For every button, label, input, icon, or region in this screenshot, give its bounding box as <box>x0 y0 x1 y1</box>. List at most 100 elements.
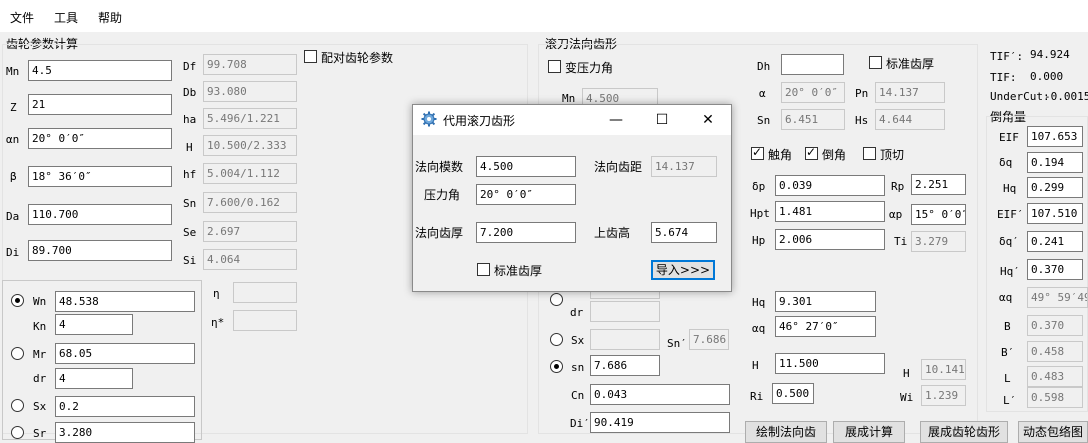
beta-input[interactable]: 18° 36′0″ <box>28 166 172 187</box>
hob-sn-label: Sn <box>757 114 771 127</box>
bottom-h-input[interactable]: 11.500 <box>775 353 885 374</box>
eif-input[interactable]: 107.653 <box>1027 126 1083 147</box>
dq-prime-input[interactable]: 0.241 <box>1027 231 1083 252</box>
touch-angle-checkbox[interactable] <box>751 145 764 160</box>
dialog-std-thickness-checkbox[interactable] <box>477 263 490 276</box>
se-label: Se <box>183 226 197 239</box>
generate-gear-profile-button[interactable]: 展成齿轮齿形 <box>920 421 1008 443</box>
eta-label: η <box>213 287 220 300</box>
pn-label: Pn <box>855 87 869 100</box>
close-button[interactable]: ✕ <box>685 105 731 135</box>
db-label: Db <box>183 86 197 99</box>
l-value: 0.483 <box>1027 366 1083 387</box>
hs-value: 4.644 <box>875 109 945 130</box>
hq-input[interactable]: 9.301 <box>775 291 876 312</box>
alpha-n-label: αn <box>6 133 20 146</box>
addendum-input[interactable]: 5.674 <box>651 222 717 243</box>
dr-label: dr <box>33 372 47 385</box>
pair-gear-checkbox[interactable] <box>304 50 317 63</box>
sx-input[interactable]: 0.2 <box>55 396 195 417</box>
sn2-input[interactable]: 7.686 <box>590 355 660 376</box>
aq-label: αq <box>752 322 766 335</box>
dh-input[interactable] <box>781 54 844 75</box>
beta-label: β <box>10 170 17 183</box>
ri-label: Ri <box>750 390 764 403</box>
chamfer-checkbox[interactable] <box>805 145 818 160</box>
maximize-button[interactable]: ☐ <box>639 105 685 135</box>
var-pressure-checkbox[interactable] <box>548 60 561 73</box>
hpt-input[interactable]: 1.481 <box>775 201 885 222</box>
mr-radio[interactable] <box>11 347 24 360</box>
sx-label: Sx <box>33 400 47 413</box>
menu-help[interactable]: 帮助 <box>98 9 122 26</box>
pressure-angle-input[interactable]: 20° 0′0″ <box>476 184 576 205</box>
hp-input[interactable]: 2.006 <box>775 229 885 250</box>
hq-prime-input[interactable]: 0.370 <box>1027 259 1083 280</box>
hob-sn-value: 6.451 <box>781 109 845 130</box>
di-prime-input[interactable]: 90.419 <box>590 412 730 433</box>
z-input[interactable]: 21 <box>28 94 172 115</box>
sn2-label: sn <box>571 361 585 374</box>
h2-label: H <box>903 367 910 380</box>
ap-input[interactable]: 15° 0′0″ <box>911 204 966 225</box>
z-label: Z <box>10 101 17 114</box>
eta-value <box>233 282 297 303</box>
mn-input[interactable]: 4.5 <box>28 60 172 81</box>
hq-right-input[interactable]: 0.299 <box>1027 177 1083 198</box>
menu-tools[interactable]: 工具 <box>54 9 78 26</box>
normal-module-label: 法向模数 <box>415 160 464 174</box>
sx-right-radio[interactable] <box>550 333 563 346</box>
draw-normal-tooth-button[interactable]: 绘制法向齿 <box>745 421 827 443</box>
eif-prime-input[interactable]: 107.510 <box>1027 203 1083 224</box>
menu-file[interactable]: 文件 <box>10 9 34 26</box>
normal-module-input[interactable]: 4.500 <box>476 156 576 177</box>
dr-radio[interactable] <box>550 293 563 306</box>
da-input[interactable]: 110.700 <box>28 204 172 225</box>
dialog-title: 代用滚刀齿形 <box>443 114 516 128</box>
std-tooth-label: 标准齿厚 <box>886 57 935 71</box>
dq-input[interactable]: 0.194 <box>1027 152 1083 173</box>
ri-input[interactable]: 0.500 <box>772 383 814 404</box>
tip-cut-checkbox[interactable] <box>863 147 876 160</box>
dr-input[interactable]: 4 <box>55 368 133 389</box>
import-button[interactable]: 导入>>> <box>651 260 715 280</box>
dynamic-envelope-button[interactable]: 动态包络图 <box>1018 421 1088 443</box>
dp-input[interactable]: 0.039 <box>775 175 885 196</box>
hs-label: Hs <box>855 114 869 127</box>
l-prime-value: 0.598 <box>1027 387 1083 408</box>
sn-right-radio[interactable] <box>550 360 563 373</box>
wn-radio[interactable] <box>11 294 24 307</box>
di-input[interactable]: 89.700 <box>28 240 172 261</box>
eif-label: EIF <box>999 131 1019 144</box>
cn-label: Cn <box>571 389 585 402</box>
hq-right-label: Hq <box>1003 182 1017 195</box>
aq-input[interactable]: 46° 27′0″ <box>775 316 876 337</box>
wn-input[interactable]: 48.538 <box>55 291 195 312</box>
minimize-button[interactable]: — <box>593 105 639 135</box>
sx-radio[interactable] <box>11 399 24 412</box>
pn-value: 14.137 <box>875 82 945 103</box>
mr-input[interactable]: 68.05 <box>55 343 195 364</box>
aq-right-label: αq <box>999 291 1013 304</box>
cn-input[interactable]: 0.043 <box>590 384 730 405</box>
se-value: 2.697 <box>203 221 297 242</box>
eif-prime-label: EIF′ <box>997 208 1024 221</box>
var-pressure-label: 变压力角 <box>565 61 614 75</box>
db-value: 93.080 <box>203 81 297 102</box>
snp-label: Sn′ <box>667 337 687 350</box>
kn-input[interactable]: 4 <box>55 314 133 335</box>
generate-calc-button[interactable]: 展成计算 <box>833 421 905 443</box>
normal-thickness-input[interactable]: 7.200 <box>476 222 576 243</box>
rp-input[interactable]: 2.251 <box>911 174 966 195</box>
alpha-n-input[interactable]: 20° 0′0″ <box>28 128 172 149</box>
l-prime-label: L′ <box>1003 394 1017 407</box>
dialog-std-thickness-label: 标准齿厚 <box>494 264 543 278</box>
hf-value: 5.004/1.112 <box>203 163 297 184</box>
tif-label: TIF: <box>990 71 1017 84</box>
normal-thickness-label: 法向齿厚 <box>415 226 464 240</box>
da-label: Da <box>6 210 20 223</box>
h2-value: 10.141 <box>921 359 966 380</box>
hob-sx-value <box>590 329 660 350</box>
aq-right-value: 49° 59′49″ <box>1027 287 1088 308</box>
std-tooth-checkbox[interactable] <box>869 56 882 69</box>
